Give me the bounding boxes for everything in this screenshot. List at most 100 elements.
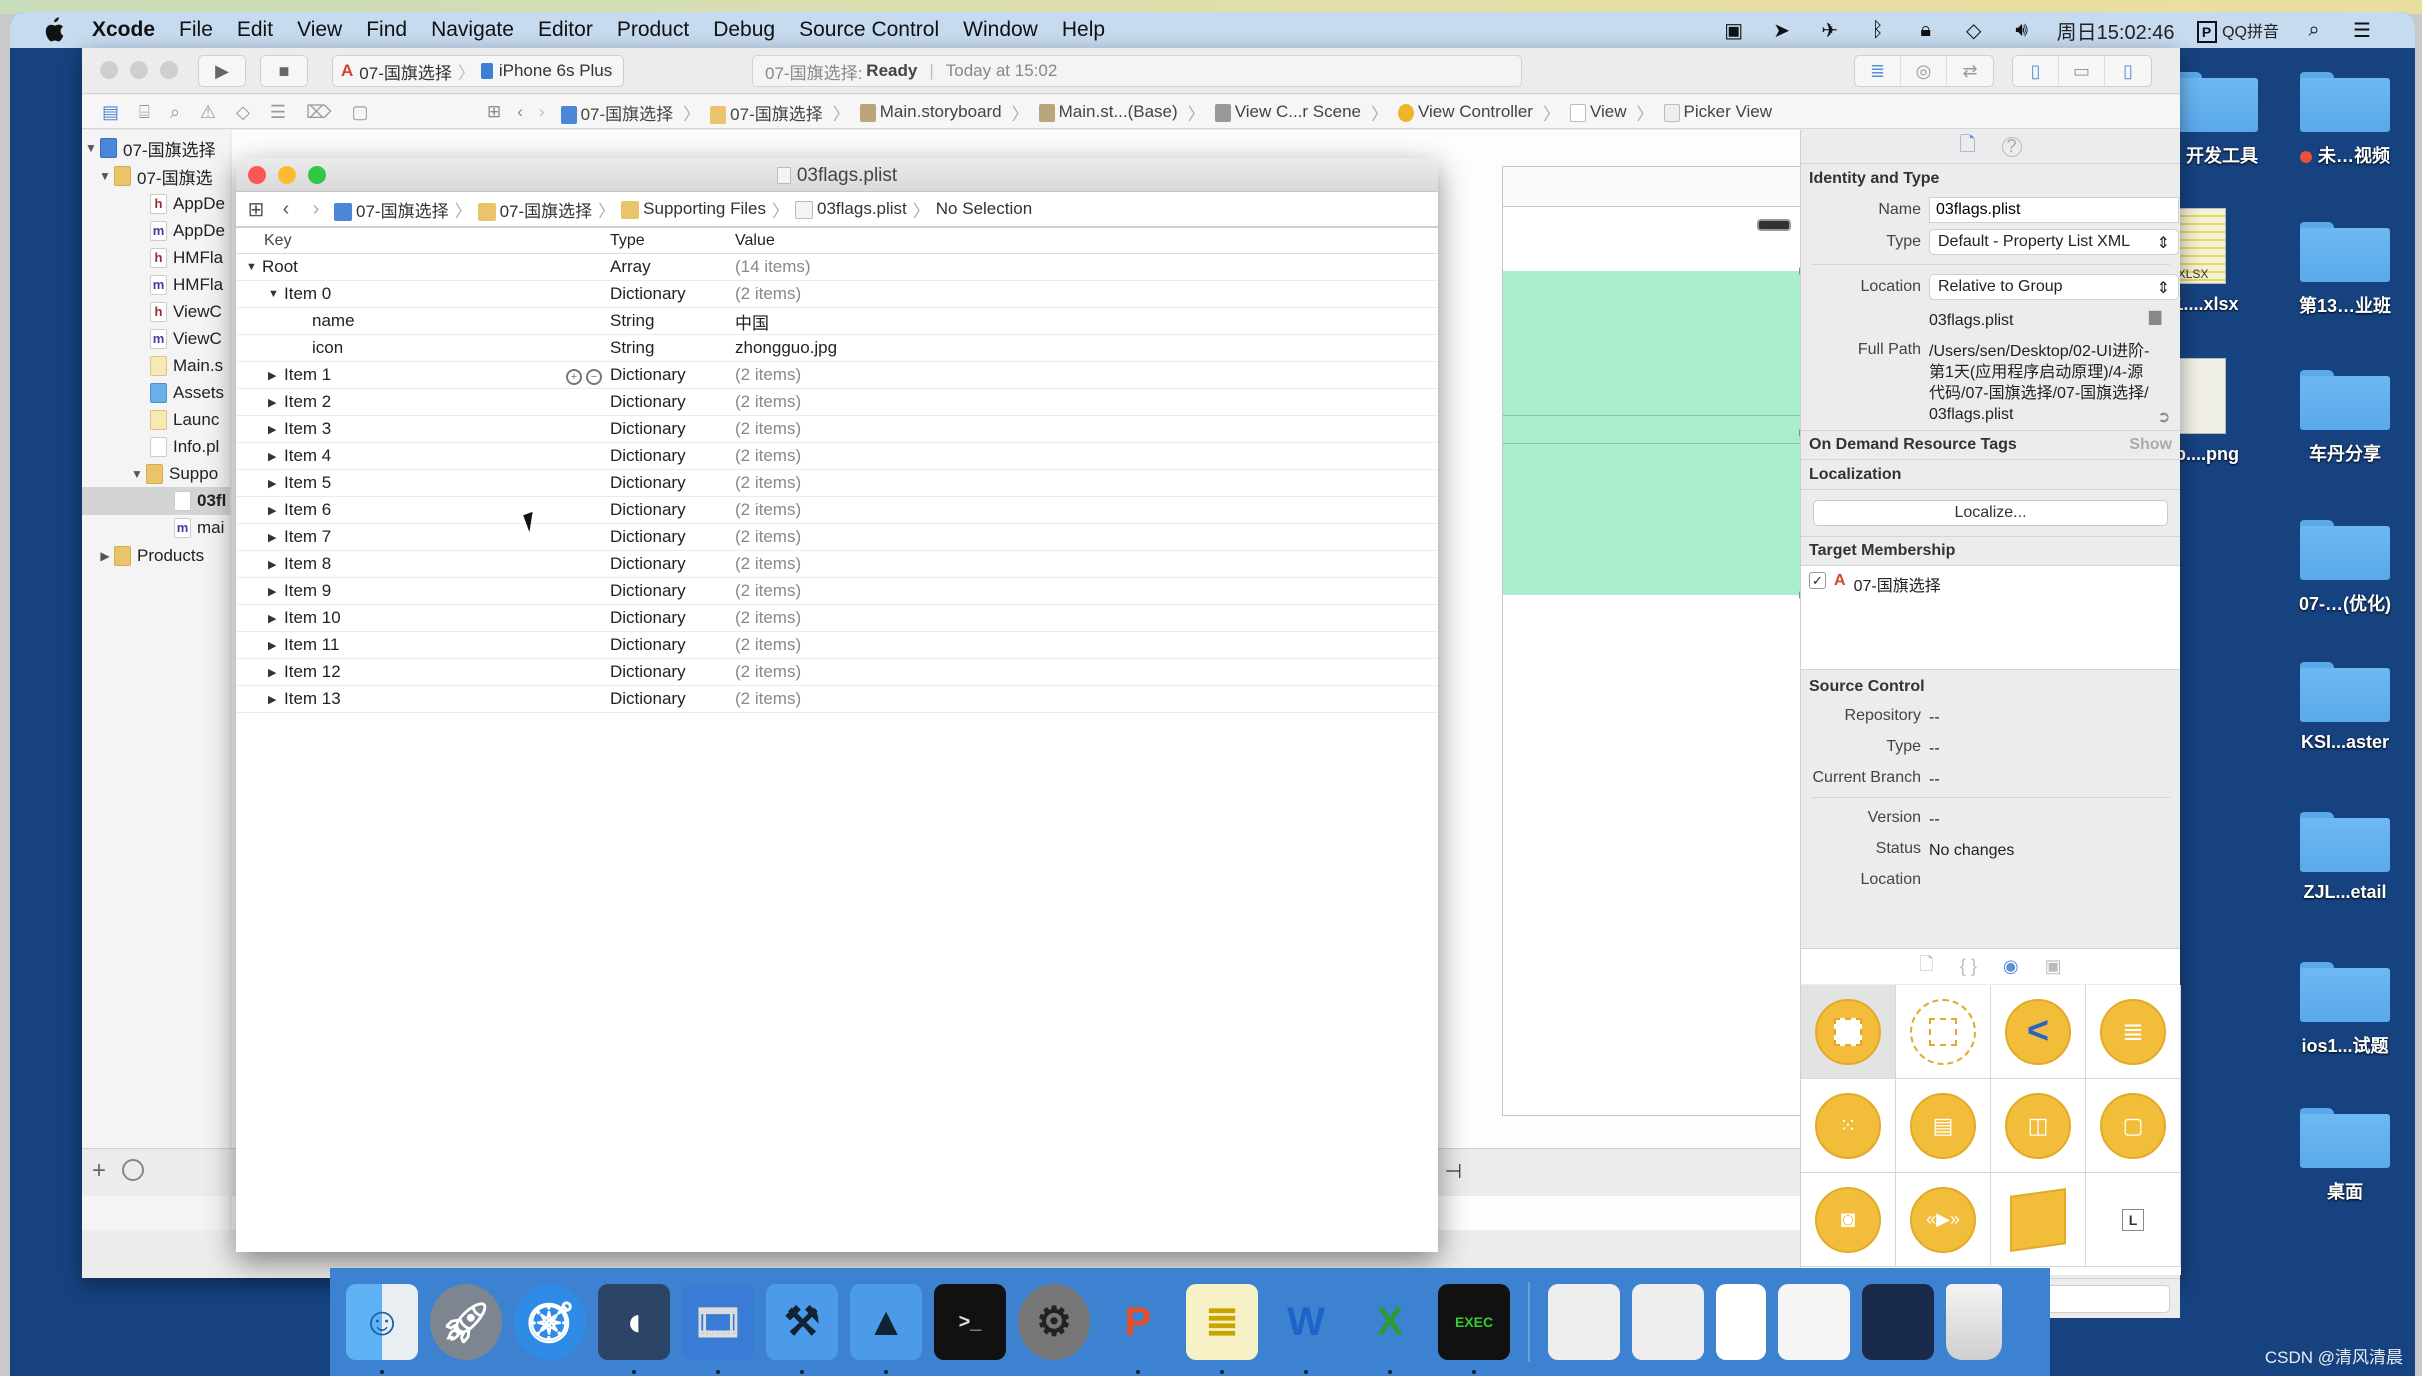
navigator-row[interactable]: ▼ 07-国旗选 [96,162,213,190]
lock-icon[interactable]: 🔒︎ [1913,18,1939,42]
disclosure-closed-icon[interactable]: ▶ [268,585,282,598]
plist-type-cell[interactable]: Dictionary [610,581,735,601]
plist-window-titlebar[interactable]: 03flags.plist [236,158,1438,192]
dock-xcode-icon[interactable]: ⚒ [766,1284,838,1374]
plist-key-cell[interactable]: ▶ Item 2 [236,392,610,412]
debug-area-toggle-icon[interactable]: ▭ [2059,56,2105,86]
symbol-navigator-icon[interactable]: ⌸ [139,102,150,123]
library-item-glkit-view-controller[interactable]: ◙ [1801,1173,1896,1267]
plist-value-cell[interactable]: (2 items) [735,446,1438,466]
plist-key-cell[interactable]: name [236,311,610,331]
plist-type-cell[interactable]: Dictionary [610,365,735,385]
desktop-item[interactable]: ios1...试题 [2280,962,2410,1058]
plist-row[interactable]: ▶ Item 13 Dictionary (2 items) [236,686,1438,713]
plist-key-cell[interactable]: icon [236,338,610,358]
library-item-label[interactable]: L [2086,1173,2181,1267]
issue-navigator-icon[interactable]: ⚠ [200,102,216,123]
localize-button[interactable]: Localize... [1813,500,2168,526]
plist-type-cell[interactable]: Array [610,257,735,277]
bluetooth-icon[interactable]: ᛒ [1865,18,1891,42]
dock-wps-presentation-icon[interactable]: P [1102,1284,1174,1374]
jump-item[interactable]: View Controller [1397,102,1533,122]
library-item-av-player-view-controller[interactable]: «▶» [1896,1173,1991,1267]
plist-type-cell[interactable]: Dictionary [610,689,735,709]
plist-row[interactable]: ▶ Item 8 Dictionary (2 items) [236,551,1438,578]
file-template-library-icon[interactable]: 🗋︎ [1919,952,1933,982]
plist-value-cell[interactable]: (2 items) [735,284,1438,304]
plist-type-cell[interactable]: Dictionary [610,500,735,520]
plist-value-cell[interactable]: (2 items) [735,554,1438,574]
type-column-header[interactable]: Type [610,232,735,250]
wifi-icon[interactable]: ◇ [1961,18,1987,42]
plist-type-cell[interactable]: Dictionary [610,662,735,682]
plist-row[interactable]: ▼ Root Array (14 items) [236,254,1438,281]
plist-value-cell[interactable]: (2 items) [735,608,1438,628]
library-item-split-view-controller[interactable]: ◫ [1991,1079,2086,1173]
key-column-header[interactable]: Key [236,232,610,250]
desktop-item[interactable]: 第13…业班 [2280,222,2410,318]
menu-window[interactable]: Window [963,18,1038,42]
plist-value-cell[interactable]: (2 items) [735,473,1438,493]
plist-value-cell[interactable]: (2 items) [735,365,1438,385]
navigator-row[interactable]: Assets [150,379,224,407]
disclosure-open-icon[interactable]: ▼ [246,261,260,273]
apple-icon[interactable] [40,16,66,44]
navigator-row[interactable]: Launc [150,406,219,434]
navigator-row[interactable]: h AppDe [150,190,225,218]
plist-value-cell[interactable]: (14 items) [735,257,1438,277]
navigator-row[interactable]: m ViewC [150,325,222,353]
value-column-header[interactable]: Value [735,232,1438,250]
disclosure-closed-icon[interactable]: ▶ [268,639,282,652]
plist-value-cell[interactable]: (2 items) [735,689,1438,709]
disclosure-closed-icon[interactable]: ▶ [268,369,282,382]
dock-launchpad-icon[interactable]: 🚀︎ [430,1284,502,1360]
plist-value-cell[interactable]: (2 items) [735,419,1438,439]
disclosure-closed-icon[interactable]: ▶ [268,504,282,517]
plist-key-cell[interactable]: ▼ Root [236,257,610,277]
navigator-row[interactable]: Main.s [150,352,223,380]
back-arrow-icon[interactable]: ‹ [517,102,523,122]
disclosure-closed-icon[interactable]: ▶ [268,531,282,544]
navigator-row[interactable]: m HMFla [150,271,223,299]
menu-find[interactable]: Find [366,18,407,42]
plist-key-cell[interactable]: ▶ Item 6 [236,500,610,520]
dock-excel-icon[interactable]: X [1354,1284,1426,1374]
dock-safari-icon[interactable]: 🧭︎ [514,1284,586,1360]
plist-type-cell[interactable]: Dictionary [610,608,735,628]
menu-editor[interactable]: Editor [538,18,593,42]
breakpoint-navigator-icon[interactable]: ⌦ [306,102,331,123]
disclosure-closed-icon[interactable]: ▶ [268,396,282,409]
jump-item[interactable]: View [1569,102,1627,122]
plist-row[interactable]: ▶ Item 3 Dictionary (2 items) [236,416,1438,443]
plist-type-cell[interactable]: Dictionary [610,554,735,574]
plist-value-cell[interactable]: (2 items) [735,581,1438,601]
menu-xcode[interactable]: Xcode [92,18,155,42]
plist-row[interactable]: ▶ Item 9 Dictionary (2 items) [236,578,1438,605]
menubar-clock[interactable]: 周日15:02:46 [2057,16,2175,45]
dock-document-ppt-2-icon[interactable] [1632,1284,1704,1360]
plist-key-cell[interactable]: ▶ Item 7 [236,527,610,547]
filter-icon[interactable] [122,1159,144,1181]
plist-row[interactable]: icon String zhongguo.jpg [236,335,1438,362]
add-file-button[interactable]: + [92,1157,106,1185]
plist-key-cell[interactable]: ▶ Item 11 [236,635,610,655]
airplane-icon[interactable]: ✈ [1817,18,1843,42]
plist-row[interactable]: ▶ Item 10 Dictionary (2 items) [236,605,1438,632]
disclosure-open-icon[interactable]: ▼ [82,141,100,155]
dock-word-icon[interactable]: W [1270,1284,1342,1374]
plist-value-cell[interactable]: 中国 [735,309,1438,334]
desktop-item[interactable]: 车丹分享 [2280,370,2410,466]
scheme-selector[interactable]: A 07-国旗选择 〉 iPhone 6s Plus [332,55,624,87]
plist-type-cell[interactable]: Dictionary [610,635,735,655]
minimize-button[interactable] [130,61,148,79]
plist-key-cell[interactable]: ▶ Item 8 [236,554,610,574]
disclosure-open-icon[interactable]: ▼ [128,467,146,481]
disclosure-closed-icon[interactable]: ▶ [268,666,282,679]
forward-arrow-icon[interactable]: › [304,198,328,221]
back-arrow-icon[interactable]: ‹ [274,198,298,221]
dock-document-text-icon[interactable] [1716,1284,1766,1360]
plist-type-cell[interactable]: Dictionary [610,446,735,466]
picker-view[interactable] [1503,267,1811,599]
object-library-icon[interactable]: ◉ [2003,956,2019,977]
disclosure-closed-icon[interactable]: ▶ [268,693,282,706]
